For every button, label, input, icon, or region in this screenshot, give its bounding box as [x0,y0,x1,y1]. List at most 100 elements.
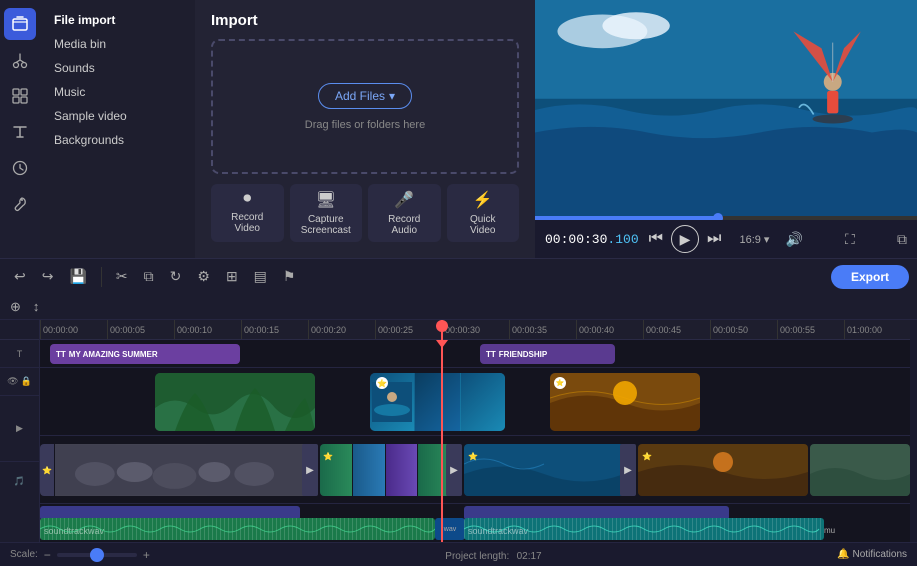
record-video-icon: ⏺ [243,190,251,208]
redo-button[interactable]: ↪ [36,264,60,289]
clip4-star: ⭐ [642,448,652,462]
main-clip-1[interactable]: ⭐ [40,444,310,496]
transition-1[interactable]: ▶ [302,444,318,496]
notifications-button[interactable]: 🔔 Notifications [837,549,907,560]
capture-screencast-label: CaptureScreencast [301,214,351,236]
rotate-button[interactable]: ↻ [164,264,188,289]
capture-screencast-button[interactable]: 🖥 CaptureScreencast [290,184,363,242]
record-video-button[interactable]: ⏺ RecordVideo [211,184,284,242]
next-button[interactable]: ⏭ [705,228,723,250]
import-panel: Import Add Files ▾ Drag files or folders… [195,0,535,258]
title-clip-friendship[interactable]: TT FRIENDSHIP [480,344,615,364]
scale-thumb[interactable] [90,548,104,562]
copy-button[interactable]: ⧉ [138,264,160,289]
capture-screencast-icon: 🖥 [316,190,336,210]
track-labels: T 👁 🔒 ▶ 🎵 [0,320,40,542]
toolbar: ↩ ↪ 💾 ✂ ⧉ ↻ ⚙ ⊞ ▤ ⚑ Export [0,258,917,294]
timeline-magnet-button[interactable]: ⊕ [6,297,25,317]
panel-item-backgrounds[interactable]: Backgrounds [40,128,195,152]
undo-button[interactable]: ↩ [8,264,32,289]
main-clip-5[interactable] [810,444,910,496]
project-length-container: Project length: 02:17 [156,548,831,562]
sidebar-tools[interactable] [4,188,36,220]
quick-video-button[interactable]: ⚡ QuickVideo [447,184,520,242]
panel-item-file-import[interactable]: File import [40,8,195,32]
timeline-section: ↩ ↪ 💾 ✂ ⧉ ↻ ⚙ ⊞ ▤ ⚑ Export ⊕ ↕ [0,258,917,566]
export-button[interactable]: Export [831,265,909,289]
quick-video-icon: ⚡ [473,190,493,210]
title-clip-friendship-label: FRIENDSHIP [499,350,547,359]
sidebar-text[interactable] [4,116,36,148]
settings-button[interactable]: ⚙ [191,264,216,289]
audio-clip-1[interactable]: soundtrackwav [40,518,435,540]
scale-track[interactable] [57,553,137,557]
record-audio-button[interactable]: 🎤 RecordAudio [368,184,441,242]
ruler-mark-7: 00:00:35 [509,320,576,339]
panel-item-music[interactable]: Music [40,80,195,104]
scale-plus[interactable]: + [143,548,150,562]
toolbar-divider-1 [101,267,102,287]
waveform-1: soundtrackwav [40,518,435,540]
ruler-mark-11: 00:00:55 [777,320,844,339]
sidebar-layout[interactable] [4,80,36,112]
aspect-ratio[interactable]: 16:9 ▾ [739,233,769,246]
waveform-3: soundtrackwav [464,518,824,540]
quick-video-label: QuickVideo [470,214,496,236]
main-clip-4[interactable]: ⭐ [638,444,808,496]
sidebar-file-import[interactable] [4,8,36,40]
transition-3[interactable]: ▶ [620,444,636,496]
scale-label: Scale: [10,549,38,560]
timeline-cursor-button[interactable]: ↕ [29,297,44,316]
ruler-mark-0: 00:00:00 [40,320,107,339]
track-label-audio: 🎵 [0,462,39,500]
broll-clip-ocean[interactable] [370,373,505,431]
broll-clip-forest[interactable] [155,373,315,431]
record-audio-icon: 🎤 [394,190,414,210]
title-clip-summer[interactable]: TT MY AMAZING SUMMER [50,344,240,364]
prev-button[interactable]: ⏮ [647,228,665,250]
panel-item-sample-video[interactable]: Sample video [40,104,195,128]
save-button[interactable]: 💾 [63,264,92,289]
cut-button[interactable]: ✂ [110,264,134,289]
broll-clip-forest-thumb [155,373,315,431]
broll-clip-sunset[interactable]: ⭐ [550,373,700,431]
broll-star-badge: ⭐ [376,377,388,389]
timecode-main: 00:00:30 [545,232,607,247]
fullscreen-button[interactable]: ⛶ [845,231,855,248]
theater-button[interactable]: ⧉ [897,231,907,248]
panel-item-media-bin[interactable]: Media bin [40,32,195,56]
scale-bar: Scale: − + Project length: 02:17 🔔 Notif… [0,542,917,566]
scale-minus[interactable]: − [44,548,51,562]
title-clip-summer-label: MY AMAZING SUMMER [69,350,158,359]
timeline-scroll[interactable]: 00:00:00 00:00:05 00:00:10 00:00:15 00:0… [40,320,917,542]
add-files-label: Add Files [335,89,385,103]
project-length-label: Project length: [445,551,509,562]
title-clip-icon: TT [56,350,66,359]
broll-track-row: ⭐ ⭐ [40,368,910,436]
volume-icon[interactable]: 🔊 [785,231,802,248]
flag-button[interactable]: ⚑ [277,264,302,289]
video-progress-fill [535,216,718,220]
sidebar-clock[interactable] [4,152,36,184]
main-clip-2[interactable] [320,444,450,496]
timeline-body: T 👁 🔒 ▶ 🎵 [0,320,917,542]
add-files-button[interactable]: Add Files ▾ [318,83,412,109]
drop-zone[interactable]: Add Files ▾ Drag files or folders here [211,39,519,174]
audio-clip-2[interactable]: wav [435,518,465,540]
clip2-star: ⭐ [323,448,333,462]
main-clip-3[interactable]: ⭐ [464,444,624,496]
layout2-button[interactable]: ▤ [248,264,273,289]
file-panel: File import Media bin Sounds Music Sampl… [40,0,195,258]
sidebar-cut[interactable] [4,44,36,76]
clip3-star: ⭐ [468,448,478,462]
video-progress-bar[interactable] [535,216,917,220]
panel-item-sounds[interactable]: Sounds [40,56,195,80]
layout-button[interactable]: ⊞ [220,264,244,289]
play-button[interactable]: ▶ [671,225,699,253]
audio-clip-3[interactable]: soundtrackwav [464,518,824,540]
record-audio-label: RecordAudio [388,214,420,236]
playback-bar: 00:00:30.100 ⏮ ▶ ⏭ 16:9 ▾ 🔊 ⛶ ⧉ [535,220,917,258]
video-progress-thumb[interactable] [713,213,723,220]
transition-2[interactable]: ▶ [446,444,462,496]
ruler-mark-8: 00:00:40 [576,320,643,339]
